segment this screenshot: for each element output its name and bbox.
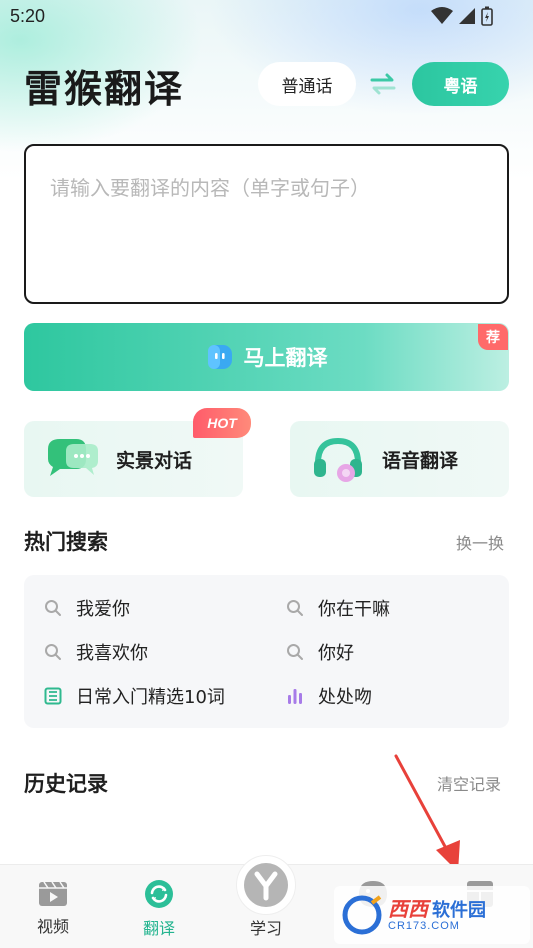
translate-input[interactable] — [26, 146, 507, 302]
hot-search-item[interactable]: 处处吻 — [286, 683, 372, 709]
history-title: 历史记录 — [24, 772, 108, 796]
hot-search-item[interactable]: 你在干嘛 — [286, 595, 390, 621]
search-icon — [45, 644, 61, 660]
swap-icon[interactable] — [370, 70, 396, 98]
status-icons — [431, 6, 493, 26]
translate-button-label: 马上翻译 — [243, 346, 328, 370]
robot-icon — [207, 345, 232, 369]
translate-button[interactable]: 马上翻译 — [24, 323, 509, 391]
watermark-logo-text: 西西 — [388, 896, 428, 921]
watermark: 西西 软件园 CR173.COM — [334, 886, 530, 944]
signal-icon — [459, 8, 475, 24]
voice-translate-card[interactable]: 语音翻译 — [290, 421, 509, 497]
hot-search-item[interactable]: 我爱你 — [44, 595, 130, 621]
hot-search-text: 你在干嘛 — [318, 599, 390, 620]
source-language-button[interactable]: 普通话 — [258, 62, 356, 106]
hot-search-text: 日常入门精选10词 — [76, 687, 225, 708]
search-icon — [287, 644, 303, 660]
chat-bubbles-icon — [48, 439, 98, 476]
hot-search-item[interactable]: 我喜欢你 — [44, 639, 148, 665]
audio-bars-icon — [288, 689, 302, 704]
nav-learn-label-wrap: 学习 — [226, 915, 306, 939]
scene-dialogue-label: 实景对话 — [116, 449, 193, 472]
hot-search-panel: 我爱你 你在干嘛 我喜欢你 你好 日常入门精选10词 处处吻 — [24, 575, 509, 728]
nav-learn-button[interactable] — [236, 855, 296, 915]
wifi-icon — [431, 7, 453, 24]
hot-search-text: 处处吻 — [318, 687, 372, 708]
hot-search-title: 热门搜索 — [24, 530, 108, 554]
red-arrow-annotation — [394, 754, 460, 872]
target-language-button[interactable]: 粤语 — [412, 62, 509, 106]
hot-search-item[interactable]: 日常入门精选10词 — [44, 683, 225, 709]
nav-translate[interactable]: 翻译 — [119, 879, 199, 939]
recommend-badge: 荐 — [478, 324, 508, 350]
watermark-text: 软件园 — [432, 899, 486, 921]
headphones-icon — [314, 437, 362, 482]
hot-search-item[interactable]: 你好 — [286, 639, 354, 665]
nav-video[interactable]: 视频 — [13, 879, 93, 937]
translate-icon — [145, 880, 173, 908]
app-logo: 雷猴翻译 — [24, 67, 185, 111]
nav-video-label: 视频 — [36, 917, 69, 936]
hot-search-text: 我喜欢你 — [76, 643, 148, 664]
list-icon — [44, 687, 62, 705]
refresh-button[interactable]: 换一换 — [456, 530, 504, 554]
translate-input-container — [24, 144, 509, 304]
hot-search-text: 你好 — [318, 643, 354, 664]
search-icon — [287, 600, 303, 616]
watermark-text-group: 西西 软件园 CR173.COM — [388, 898, 486, 933]
voice-translate-label: 语音翻译 — [382, 449, 459, 472]
hot-badge: HOT — [193, 408, 251, 438]
learn-icon — [244, 863, 288, 907]
nav-translate-label: 翻译 — [142, 919, 175, 938]
nav-learn-label: 学习 — [249, 919, 282, 938]
watermark-url: CR173.COM — [388, 920, 460, 933]
battery-icon — [481, 6, 493, 26]
search-icon — [45, 600, 61, 616]
watermark-logo-icon — [342, 895, 382, 935]
status-time: 5:20 — [10, 6, 46, 26]
hot-search-text: 我爱你 — [76, 599, 130, 620]
video-icon — [39, 881, 67, 906]
